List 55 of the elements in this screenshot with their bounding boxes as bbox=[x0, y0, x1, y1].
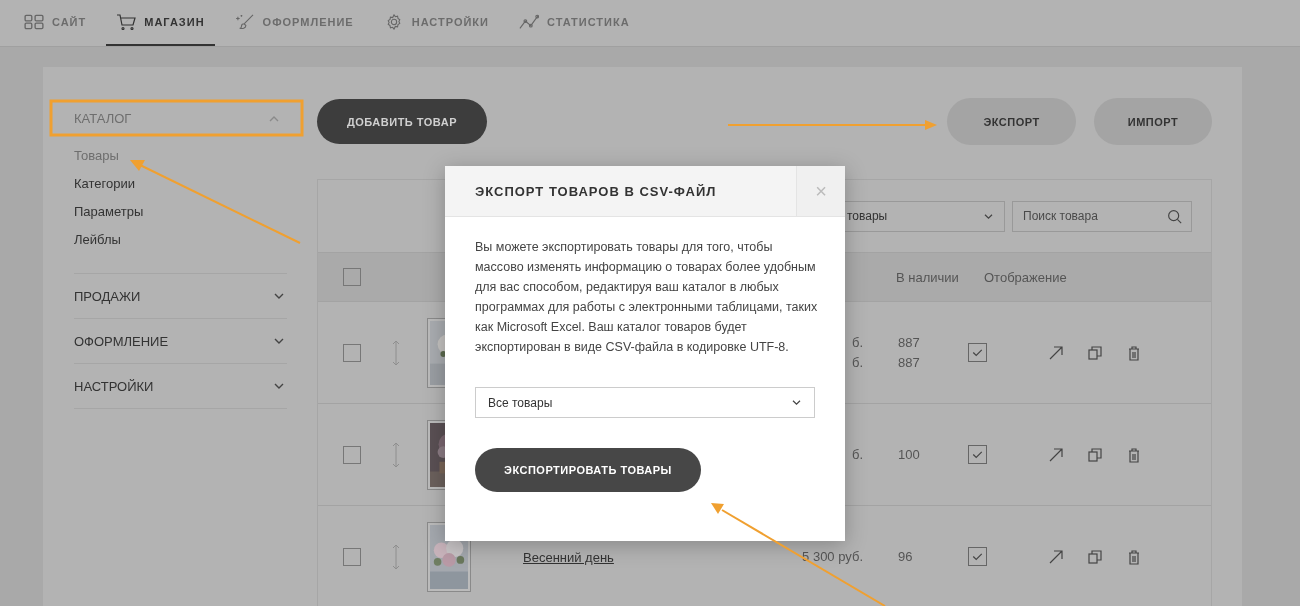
stock-count: 887 bbox=[898, 353, 921, 372]
price-text: б. bbox=[851, 353, 863, 372]
open-link-icon[interactable] bbox=[1048, 344, 1064, 361]
stock-count: 887 bbox=[898, 333, 921, 352]
visibility-checkbox[interactable] bbox=[968, 445, 987, 464]
checkbox[interactable] bbox=[343, 343, 361, 362]
checkbox[interactable] bbox=[343, 547, 361, 566]
sidebar-section-header[interactable]: НАСТРОЙКИ bbox=[74, 364, 287, 409]
trash-icon[interactable] bbox=[1126, 344, 1142, 361]
drag-handle-icon[interactable] bbox=[391, 441, 401, 468]
cart-icon bbox=[116, 14, 137, 30]
stock-count: 100 bbox=[898, 445, 921, 464]
open-link-icon[interactable] bbox=[1048, 446, 1064, 463]
product-name-link[interactable]: Весенний день bbox=[523, 549, 614, 565]
sidebar-item[interactable]: Параметры bbox=[74, 203, 302, 231]
sidebar-item[interactable]: Категории bbox=[74, 175, 302, 203]
chevron-icon bbox=[273, 337, 285, 345]
drag-handle-icon[interactable] bbox=[391, 339, 401, 366]
line-chart-icon bbox=[519, 14, 539, 30]
checkbox[interactable] bbox=[343, 445, 361, 464]
price-text: б. bbox=[851, 445, 863, 464]
nav-tab[interactable]: МАГАЗИН bbox=[106, 0, 215, 46]
search-icon bbox=[1167, 208, 1182, 224]
search-field[interactable]: Поиск товара bbox=[1012, 200, 1192, 232]
column-header: Отображение bbox=[984, 269, 1067, 285]
export-button[interactable]: ЭКСПОРТ bbox=[947, 98, 1076, 145]
dialog-title: ЭКСПОРТ ТОВАРОВ В CSV-ФАЙЛ bbox=[474, 183, 718, 199]
trash-icon[interactable] bbox=[1126, 548, 1142, 565]
drag-handle-icon[interactable] bbox=[391, 543, 401, 570]
grid-icon bbox=[24, 14, 44, 30]
visibility-checkbox[interactable] bbox=[968, 547, 987, 566]
chevron-icon bbox=[268, 114, 280, 123]
trash-icon[interactable] bbox=[1126, 446, 1142, 463]
export-products-button[interactable]: ЭКСПОРТИРОВАТЬ ТОВАРЫ bbox=[475, 448, 701, 492]
chevron-icon bbox=[273, 292, 285, 300]
sidebar-section-header[interactable]: ПРОДАЖИ bbox=[74, 274, 287, 319]
chevron-icon bbox=[273, 382, 285, 390]
column-header: В наличии bbox=[896, 269, 960, 285]
visibility-checkbox[interactable] bbox=[968, 343, 987, 362]
chevron-icon bbox=[791, 399, 802, 406]
copy-icon[interactable] bbox=[1087, 548, 1103, 565]
chevron-icon bbox=[983, 212, 994, 220]
brush-icon bbox=[234, 14, 255, 30]
checkbox[interactable] bbox=[343, 268, 361, 286]
add-product-button[interactable]: ДОБАВИТЬ ТОВАР bbox=[317, 99, 487, 144]
copy-icon[interactable] bbox=[1087, 446, 1103, 463]
product-scope-dropdown[interactable]: Все товары bbox=[475, 387, 815, 418]
price-text: б. bbox=[851, 333, 863, 352]
sidebar-section-header[interactable]: ОФОРМЛЕНИЕ bbox=[74, 319, 287, 364]
stock-count: 96 bbox=[898, 547, 914, 566]
copy-icon[interactable] bbox=[1087, 344, 1103, 361]
import-button[interactable]: ИМПОРТ bbox=[1094, 98, 1212, 145]
sidebar-item[interactable]: Лейблы bbox=[74, 231, 302, 259]
dialog-description: Вы можете экспортировать товары для того, чтобы массово изменять информацию о товарах более удобным для вас способом, редактируя ваш каталог в любых программах для работы с электронными таблицами, таких как Microsoft Excel. Ваш каталог товаров будет экспортирован в виде CSV-файла в кодировке UTF-8. bbox=[475, 239, 819, 356]
open-link-icon[interactable] bbox=[1048, 548, 1064, 565]
